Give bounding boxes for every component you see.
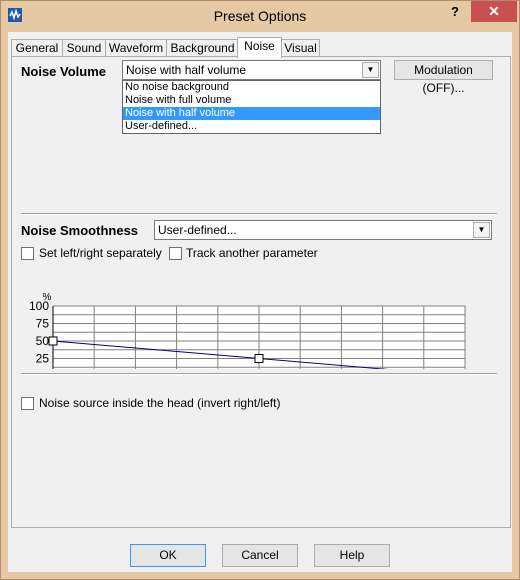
- ok-button[interactable]: OK: [130, 544, 206, 567]
- y-axis-label: %: [43, 292, 52, 303]
- tab-background[interactable]: Background: [166, 39, 239, 57]
- context-help-button[interactable]: ?: [441, 2, 469, 22]
- tab-noise[interactable]: Noise: [237, 37, 282, 58]
- divider: [21, 213, 497, 215]
- y-tick-label: 75: [36, 317, 50, 331]
- chevron-down-icon[interactable]: ▼: [362, 62, 379, 78]
- noise-volume-option[interactable]: No noise background: [123, 81, 380, 94]
- dialog-client: General Sound Waveform Background Noise …: [8, 32, 512, 572]
- title-bar[interactable]: Preset Options ? ✕: [1, 1, 519, 32]
- tab-general[interactable]: General: [11, 39, 63, 57]
- noise-volume-combo[interactable]: Noise with half volume ▼: [122, 60, 381, 80]
- noise-smoothness-label: Noise Smoothness: [21, 223, 139, 238]
- curve-handle[interactable]: [254, 354, 264, 363]
- curve-handle[interactable]: [48, 336, 58, 346]
- modulation-button[interactable]: Modulation (OFF)...: [394, 60, 493, 95]
- noise-tab-panel: Noise Volume Noise with half volume ▼ No…: [11, 56, 511, 528]
- preset-options-window: Preset Options ? ✕ General Sound Wavefor…: [0, 0, 520, 580]
- noise-volume-option[interactable]: User-defined...: [123, 120, 380, 133]
- help-button[interactable]: Help: [314, 544, 390, 567]
- noise-volume-option[interactable]: Noise with full volume: [123, 94, 380, 107]
- tab-sound[interactable]: Sound: [62, 39, 106, 57]
- noise-volume-label: Noise Volume: [21, 64, 107, 79]
- close-button[interactable]: ✕: [471, 1, 517, 22]
- invert-right-left-checkbox[interactable]: [21, 397, 34, 410]
- y-tick-label: 25: [36, 352, 50, 366]
- y-tick-label: 50: [36, 334, 50, 348]
- noise-volume-dropdown: No noise background Noise with full volu…: [122, 80, 381, 134]
- tab-waveform[interactable]: Waveform: [105, 39, 167, 57]
- invert-right-left-label: Noise source inside the head (invert rig…: [39, 396, 281, 410]
- cancel-button[interactable]: Cancel: [222, 544, 298, 567]
- divider: [21, 373, 497, 375]
- noise-volume-option-selected[interactable]: Noise with half volume: [123, 107, 380, 120]
- chevron-down-icon[interactable]: ▼: [473, 222, 490, 238]
- tab-visual[interactable]: Visual: [281, 39, 320, 57]
- dialog-button-bar: OK Cancel Help: [8, 530, 512, 572]
- noise-smoothness-chart[interactable]: 01.534.567.5910.51213.5151007550250%: [12, 257, 510, 369]
- noise-smoothness-value: User-defined...: [158, 223, 237, 237]
- noise-smoothness-combo[interactable]: User-defined... ▼: [154, 220, 492, 240]
- noise-volume-value: Noise with half volume: [126, 63, 247, 77]
